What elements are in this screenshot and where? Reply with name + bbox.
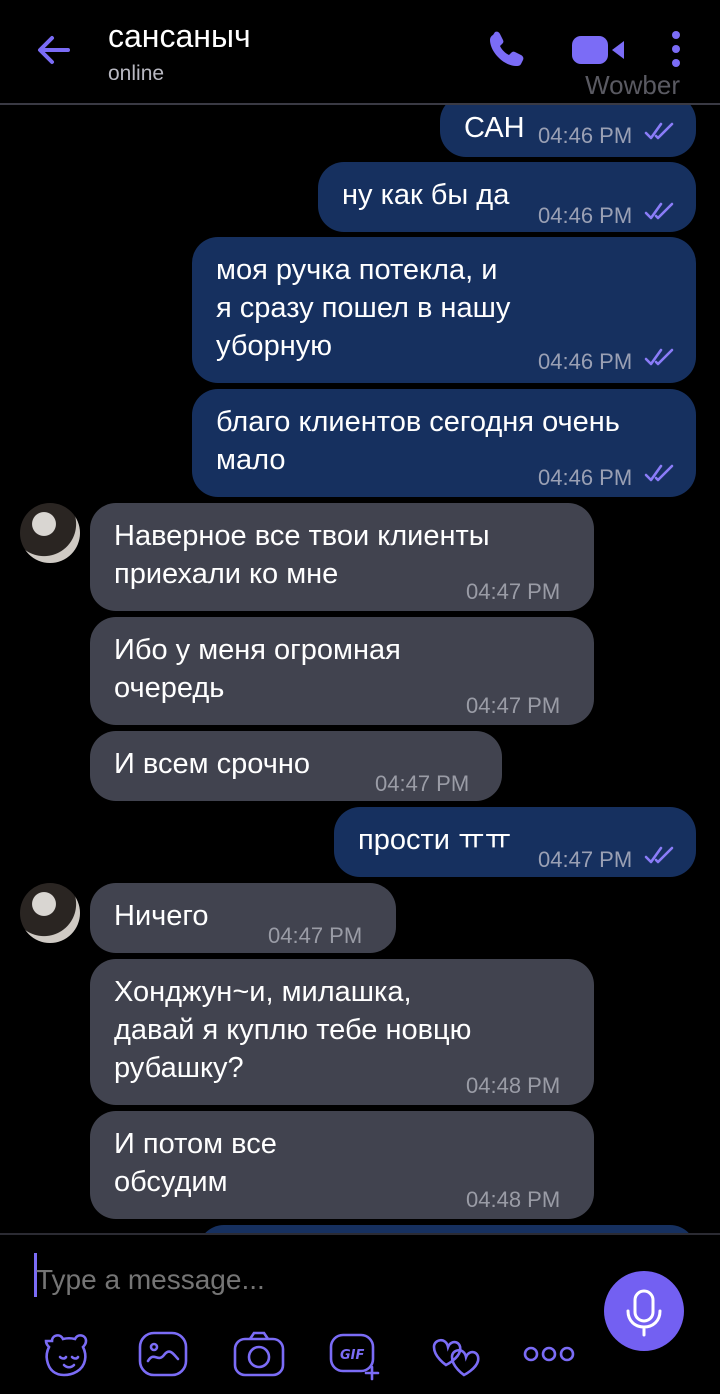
watermark: Wowber — [585, 70, 680, 100]
message-text: САН — [464, 112, 525, 144]
message-time: 04:46 PM — [538, 123, 633, 148]
outgoing-message[interactable]: САН 04:46 PM — [440, 105, 696, 157]
sticker-icon[interactable] — [42, 1327, 96, 1381]
more-options-icon[interactable] — [664, 30, 688, 70]
incoming-message[interactable]: Ничего 04:47 PM — [90, 883, 396, 953]
incoming-message[interactable]: И всем срочно 04:47 PM — [90, 731, 502, 801]
chat-header: сансаныч online Wowber — [0, 0, 720, 105]
message-time: 04:46 PM — [538, 465, 633, 490]
camera-icon[interactable] — [232, 1327, 286, 1381]
emoji-love-icon[interactable] — [426, 1327, 480, 1381]
incoming-message[interactable]: Наверное все твои клиенты приехали ко мн… — [90, 503, 594, 611]
composer-bar: GIF — [0, 1233, 720, 1394]
gif-icon[interactable]: GIF — [328, 1327, 382, 1381]
message-text: моя ручка потекла, и я сразу пошел в наш… — [216, 254, 511, 362]
voice-message-button[interactable] — [604, 1271, 684, 1351]
contact-avatar[interactable] — [20, 503, 80, 563]
message-text: Хонджун~и, милашка, давай я куплю тебе н… — [114, 976, 472, 1084]
microphone-icon — [626, 1289, 662, 1337]
back-arrow-icon[interactable] — [32, 28, 76, 72]
outgoing-message[interactable]: ну как бы да 04:46 PM — [318, 162, 696, 232]
message-time: 04:47 PM — [268, 923, 363, 948]
message-time: 04:48 PM — [466, 1073, 561, 1098]
message-text: ну как бы да — [342, 179, 510, 211]
contact-status: online — [108, 62, 165, 85]
message-input[interactable] — [34, 1259, 558, 1301]
outgoing-message[interactable]: моя ручка потекла, и я сразу пошел в наш… — [192, 237, 696, 383]
read-receipt-icon — [644, 348, 674, 366]
contact-name[interactable]: сансаныч — [108, 18, 251, 55]
contact-avatar[interactable] — [20, 883, 80, 943]
read-receipt-icon — [644, 464, 674, 482]
message-time: 04:46 PM — [538, 349, 633, 374]
message-list[interactable]: САН 04:46 PM ну как бы да 04:46 PM моя ручка… — [0, 105, 720, 1233]
message-text: Ничего — [114, 900, 209, 932]
message-time: 04:47 PM — [466, 579, 561, 604]
message-time: 04:46 PM — [538, 203, 633, 228]
incoming-message[interactable]: Хонджун~и, милашка, давай я куплю тебе н… — [90, 959, 594, 1105]
message-time: 04:47 PM — [375, 771, 470, 796]
message-time: 04:47 PM — [538, 847, 633, 872]
message-text: Ибо у меня огромная очередь — [114, 634, 401, 704]
phone-call-icon[interactable] — [486, 28, 528, 70]
outgoing-message-partial[interactable] — [198, 1225, 696, 1233]
read-receipt-icon — [644, 202, 674, 220]
outgoing-message[interactable]: благо клиентов сегодня очень мало 04:46 P… — [192, 389, 696, 497]
read-receipt-icon — [644, 122, 674, 140]
outgoing-message[interactable]: прости ㅠㅠ 04:47 PM — [334, 807, 696, 877]
more-icon[interactable] — [522, 1327, 576, 1381]
incoming-message[interactable]: И потом все обсудим 04:48 PM — [90, 1111, 594, 1219]
svg-text:GIF: GIF — [340, 1348, 365, 1363]
message-time: 04:47 PM — [466, 693, 561, 718]
message-time: 04:48 PM — [466, 1187, 561, 1212]
read-receipt-icon — [644, 846, 674, 864]
video-call-icon[interactable] — [570, 32, 626, 68]
message-text: И потом все обсудим — [114, 1128, 277, 1198]
doodle-icon[interactable] — [136, 1327, 190, 1381]
message-text: прости ㅠㅠ — [358, 824, 512, 856]
message-text: Наверное все твои клиенты приехали ко мн… — [114, 520, 490, 590]
incoming-message[interactable]: Ибо у меня огромная очередь 04:47 PM — [90, 617, 594, 725]
message-text: И всем срочно — [114, 748, 310, 780]
